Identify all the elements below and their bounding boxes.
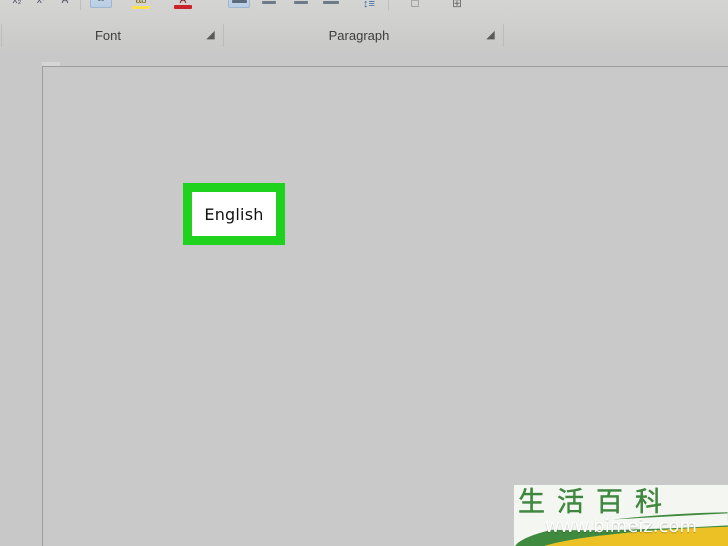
font-color-button[interactable]: A <box>172 0 194 9</box>
superscript-button[interactable]: x² <box>30 0 52 8</box>
borders-icon: ⊞ <box>451 0 463 10</box>
tool-separator <box>388 0 389 10</box>
align-right-button[interactable] <box>290 0 312 8</box>
ribbon: x₂ x² A ∞ ab A <box>0 0 728 51</box>
justify-button[interactable] <box>320 0 342 8</box>
paragraph-dialog-launcher-icon[interactable]: ◢ <box>484 29 497 42</box>
font-group-label: Font <box>94 28 121 43</box>
clear-formatting-icon: A <box>61 0 69 6</box>
font-dialog-launcher-icon[interactable]: ◢ <box>204 29 217 42</box>
clear-formatting-button[interactable]: A <box>54 0 76 8</box>
subscript-button[interactable]: x₂ <box>6 0 28 8</box>
subscript-icon: x₂ <box>12 0 22 6</box>
text-highlight-color-button[interactable]: ab <box>130 0 152 9</box>
text-effects-icon: ∞ <box>91 0 111 5</box>
borders-button[interactable]: ⊞ <box>446 0 468 10</box>
line-spacing-button[interactable]: ↕≡ <box>358 0 380 10</box>
align-center-icon <box>262 1 276 4</box>
align-center-button[interactable] <box>258 0 280 8</box>
shading-button[interactable]: □ <box>404 0 426 10</box>
group-divider <box>503 24 504 47</box>
document-workspace: English <box>0 50 728 546</box>
justify-icon <box>323 1 339 4</box>
align-right-icon <box>294 1 308 4</box>
styles-gallery: ¶ Normal ¶ No Spaci... Headi... <box>505 0 728 10</box>
shading-icon: □ <box>411 0 419 10</box>
english-text-label: English <box>204 204 264 224</box>
line-spacing-icon: ↕≡ <box>363 0 375 10</box>
text-effects-button[interactable]: ∞ <box>90 0 112 8</box>
word-document-page[interactable]: English <box>42 66 728 546</box>
group-divider <box>223 24 224 47</box>
tool-separator <box>80 0 81 10</box>
align-left-button[interactable] <box>228 0 250 8</box>
watermark-url: www.bimeiz.com <box>545 516 697 537</box>
font-color-swatch <box>174 5 192 9</box>
highlight-color-swatch <box>132 6 150 9</box>
superscript-icon: x² <box>36 0 46 6</box>
site-watermark: 生活百科 how www.bimeiz.com <box>492 485 728 546</box>
paragraph-group-label: Paragraph <box>328 28 390 43</box>
font-group-tools: x₂ x² A ∞ ab A <box>6 0 216 12</box>
english-text-box[interactable]: English <box>183 183 285 245</box>
paragraph-group-tools: ↕≡ □ ⊞ <box>228 0 478 12</box>
align-left-icon <box>232 0 247 3</box>
group-divider <box>1 24 2 47</box>
